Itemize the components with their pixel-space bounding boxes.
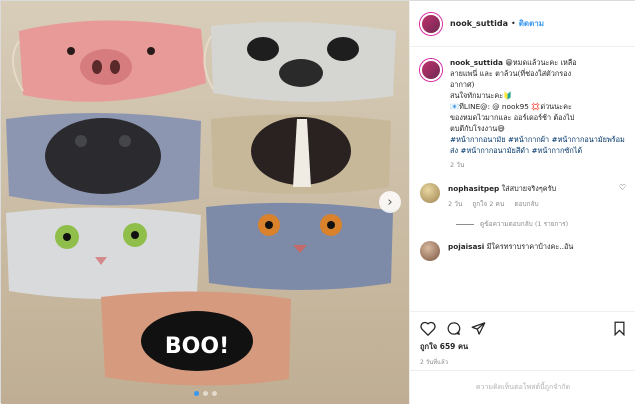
avatar[interactable] (420, 241, 440, 261)
carousel-dot (193, 391, 199, 396)
caption-username[interactable]: nook_suttida (450, 58, 503, 67)
caption-line: สนใจทักมานะคะ🔰 (450, 91, 513, 100)
view-replies[interactable]: ดูข้อความตอบกลับ (1 รายการ) (456, 219, 626, 229)
post-image[interactable]: BOO! › (1, 1, 409, 404)
caption: nook_suttida 😁หมดแล้วนะคะ เหลือ ลายแพนี่… (420, 57, 626, 171)
comment-username[interactable]: pojaisasi (448, 242, 484, 251)
comment-icon[interactable] (446, 321, 461, 336)
reply-button[interactable]: ตอบกลับ (514, 200, 538, 208)
likes-count[interactable]: ถูกใจ 659 คน (420, 341, 626, 353)
comment-item: nophasitpep ใส่สบายจริงๆครับ 2 วัน ถูกใจ… (420, 183, 626, 210)
comment-text: ใส่สบายจริงๆครับ (501, 184, 557, 193)
white-cat-mask (6, 207, 201, 300)
comment-item: pojaisasi มีใครทราบราคาบ้างคะ..อัน (420, 241, 626, 261)
caption-line: อากาศ) (450, 80, 475, 89)
caption-line: ลายแพนี่ และ ตาล้วน(ที่ช่องใส่ตัวกรอง (450, 69, 572, 78)
instagram-post: BOO! › nook_suttida • ติดตาม nook_suttid… (0, 0, 635, 404)
comment-username[interactable]: nophasitpep (448, 184, 499, 193)
avatar[interactable] (420, 59, 442, 81)
heart-icon[interactable] (420, 321, 436, 336)
comment-heart-icon[interactable]: ♡ (619, 183, 626, 192)
caption-time: 2 วัน (450, 161, 465, 169)
mask-text: BOO! (165, 334, 229, 359)
comments-section: nook_suttida 😁หมดแล้วนะคะ เหลือ ลายแพนี่… (410, 47, 635, 311)
caption-line: 📧ทีLINE@: @ nook95 💢ด่วนนะคะ (450, 102, 572, 111)
post-actions: ถูกใจ 659 คน 2 วันที่แล้ว (410, 311, 635, 367)
next-image-icon[interactable]: › (379, 191, 401, 213)
avatar[interactable] (420, 12, 442, 35)
separator-dot: • (510, 19, 516, 28)
comment-likes[interactable]: ถูกใจ 2 คน (472, 200, 504, 208)
carousel-dot (211, 391, 217, 396)
caption-line: ของหมดไวมากและ ออร์เดอร์ช้า ต้องไป (450, 113, 575, 122)
view-replies-label[interactable]: ดูข้อความตอบกลับ (1 รายการ) (480, 219, 568, 229)
caption-line: ตบตีกับโรงงาน😅 (450, 124, 505, 133)
comment-time: 2 วัน (448, 200, 463, 208)
hashtags[interactable]: #หน้ากากอนามัย #หน้ากากผ้า #หน้ากากอนามั… (450, 135, 625, 155)
share-icon[interactable] (471, 321, 486, 336)
comment-restricted-notice: ความคิดเห็นต่อโพสต์นี้ถูกจำกัด (410, 370, 635, 404)
carousel-dot (202, 391, 208, 396)
bookmark-icon[interactable] (613, 321, 626, 336)
post-date: 2 วันที่แล้ว (420, 359, 449, 366)
follow-button[interactable]: ติดตาม (519, 17, 544, 30)
replies-divider (456, 223, 474, 225)
caption-line: 😁หมดแล้วนะคะ เหลือ (505, 58, 577, 67)
post-header: nook_suttida • ติดตาม (410, 1, 635, 47)
caption-text: nook_suttida 😁หมดแล้วนะคะ เหลือ ลายแพนี่… (450, 57, 626, 171)
masks-photo: BOO! (1, 1, 409, 404)
post-sidebar: nook_suttida • ติดตาม nook_suttida 😁หมดแ… (409, 1, 635, 404)
header-username[interactable]: nook_suttida (450, 19, 508, 28)
comment-text: มีใครทราบราคาบ้างคะ..อัน (486, 242, 574, 251)
carousel-dots (1, 391, 409, 396)
avatar[interactable] (420, 183, 440, 203)
